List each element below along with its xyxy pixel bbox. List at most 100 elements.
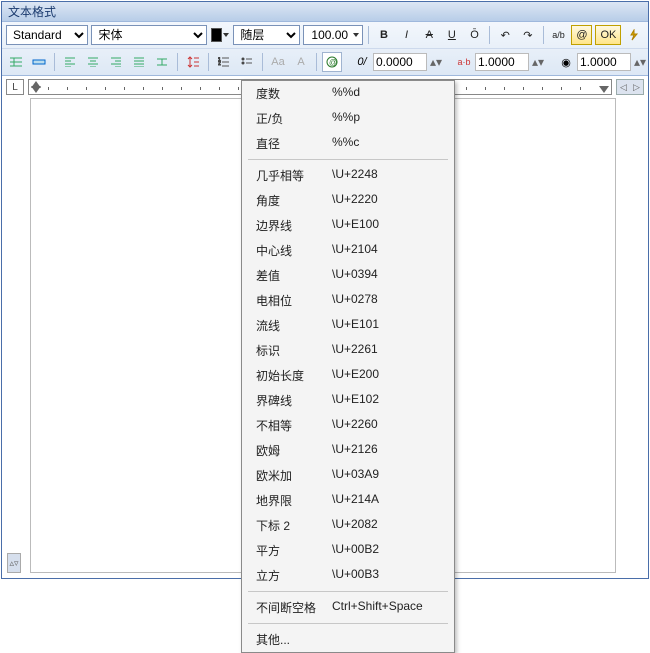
tracking-field: a·b ▴▾ [456,53,542,71]
menu-item[interactable]: 平方\U+00B2 [242,538,454,563]
menu-item-shortcut: \U+0394 [332,267,444,284]
menu-item-label: 其他... [256,631,332,648]
menu-item[interactable]: 不间断空格Ctrl+Shift+Space [242,595,454,620]
toolbar: Standard 宋体 随层 B I A U Ō ↶ ↷ [2,22,648,76]
overline-button[interactable]: Ō [465,25,485,45]
insert-symbol-button[interactable]: @ [322,52,342,72]
underline-button[interactable]: U [442,25,462,45]
separator [262,53,263,71]
menu-item-shortcut [332,631,444,648]
menu-item[interactable]: 初始长度\U+E200 [242,363,454,388]
at-symbol-icon: @ [325,55,339,69]
window-title: 文本格式 [8,5,56,19]
just-full-icon[interactable] [129,52,149,72]
menu-item-label: 流线 [256,317,332,334]
menu-item-shortcut: \U+2261 [332,342,444,359]
bold-button[interactable]: B [374,25,394,45]
menu-item[interactable]: 标识\U+2261 [242,338,454,363]
para-indent-icon[interactable] [6,52,26,72]
stack-button[interactable]: a/b [549,25,569,45]
menu-item-shortcut: \U+2082 [332,517,444,534]
menu-item-label: 几乎相等 [256,167,332,184]
uppercase-icon[interactable]: Aa [268,52,288,72]
menu-item-label: 平方 [256,542,332,559]
menu-item-shortcut: \U+E100 [332,217,444,234]
options-button[interactable] [624,25,644,45]
column-nav[interactable]: ◁ ▷ [616,79,644,95]
menu-item[interactable]: 流线\U+E101 [242,313,454,338]
ruler-icon[interactable] [29,52,49,72]
menu-item-shortcut: \U+2248 [332,167,444,184]
menu-item-label: 标识 [256,342,332,359]
menu-item[interactable]: 边界线\U+E100 [242,213,454,238]
menu-item-label: 地界限 [256,492,332,509]
text-height-input[interactable] [304,26,350,44]
menu-item[interactable]: 度数%%d [242,81,454,106]
just-center-icon[interactable] [83,52,103,72]
caret-icon [353,33,359,37]
right-indent-marker[interactable] [599,86,609,93]
numbering-icon[interactable]: 12 [214,52,234,72]
style-combo[interactable]: Standard [6,25,88,45]
spinner-icon[interactable]: ▴▾ [532,55,542,69]
strikethrough-button[interactable]: A [419,25,439,45]
lightning-icon [628,29,640,41]
menu-item[interactable]: 欧姆\U+2126 [242,438,454,463]
color-picker[interactable] [210,25,230,45]
menu-item-shortcut: \U+03A9 [332,467,444,484]
menu-item-shortcut: \U+2104 [332,242,444,259]
menu-item-shortcut: %%p [332,110,444,127]
just-left-icon[interactable] [60,52,80,72]
dist-icon[interactable] [152,52,172,72]
menu-item[interactable]: 角度\U+2220 [242,188,454,213]
separator [177,53,178,71]
menu-item[interactable]: 其他... [242,627,454,652]
menu-item-shortcut: \U+214A [332,492,444,509]
text-height[interactable] [303,25,363,45]
field-insert-icon[interactable]: A [291,52,311,72]
widthfactor-input[interactable] [577,53,631,71]
menu-item[interactable]: 直径%%c [242,131,454,156]
menu-item[interactable]: 不相等\U+2260 [242,413,454,438]
spinner-icon[interactable]: ▴▾ [430,55,440,69]
redo-button[interactable]: ↷ [518,25,538,45]
spinner-icon[interactable]: ▴▾ [634,55,644,69]
menu-item[interactable]: 地界限\U+214A [242,488,454,513]
menu-item[interactable]: 下标 2\U+2082 [242,513,454,538]
menu-item-shortcut: \U+E200 [332,367,444,384]
widthfactor-field: ◉ ▴▾ [558,53,644,71]
font-combo[interactable]: 宋体 [91,25,207,45]
svg-text:2: 2 [218,61,221,67]
color-highlight-button[interactable]: @ [571,25,592,45]
menu-item[interactable]: 中心线\U+2104 [242,238,454,263]
menu-item[interactable]: 电相位\U+0278 [242,288,454,313]
indent-marker-bottom[interactable] [31,86,41,93]
line-spacing-icon[interactable] [183,52,203,72]
just-right-icon[interactable] [106,52,126,72]
oblique-input[interactable] [373,53,427,71]
menu-item[interactable]: 欧米加\U+03A9 [242,463,454,488]
layer-combo[interactable]: 随层 [233,25,300,45]
menu-separator [248,591,448,592]
column-switch[interactable]: ▵▿ [7,553,21,573]
prev-col-icon[interactable]: ◁ [617,80,630,94]
tab-type-button[interactable]: L [6,79,24,95]
italic-button[interactable]: I [397,25,417,45]
tracking-input[interactable] [475,53,529,71]
menu-separator [248,159,448,160]
menu-item[interactable]: 正/负%%p [242,106,454,131]
next-col-icon[interactable]: ▷ [630,80,643,94]
menu-item-shortcut: \U+00B2 [332,542,444,559]
menu-item[interactable]: 几乎相等\U+2248 [242,163,454,188]
undo-button[interactable]: ↶ [495,25,515,45]
menu-item-shortcut: Ctrl+Shift+Space [332,599,444,616]
menu-item[interactable]: 界碑线\U+E102 [242,388,454,413]
menu-item[interactable]: 立方\U+00B3 [242,563,454,588]
separator [489,26,490,44]
bullets-icon[interactable] [237,52,257,72]
ok-button[interactable]: OK [595,25,621,45]
menu-item[interactable]: 差值\U+0394 [242,263,454,288]
menu-item-label: 电相位 [256,292,332,309]
menu-item-shortcut: \U+E102 [332,392,444,409]
tracking-ab-icon: a·b [456,54,472,70]
